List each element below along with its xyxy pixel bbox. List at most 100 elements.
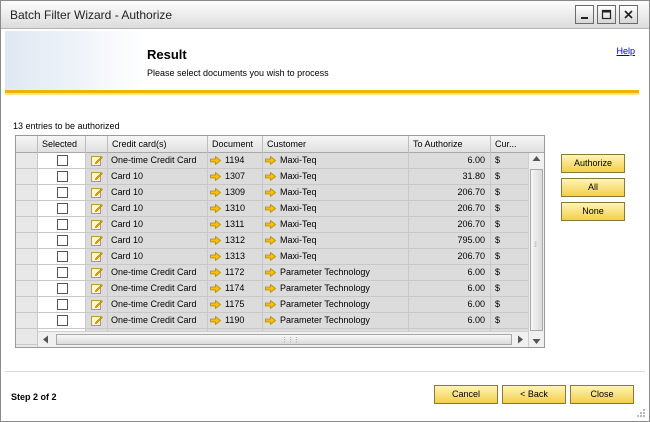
horizontal-scroll-thumb[interactable]: ⋮⋮⋮ bbox=[56, 334, 512, 345]
link-arrow-icon[interactable] bbox=[265, 284, 276, 294]
table-row[interactable]: One-time Credit Card 1190 Parameter Techno… bbox=[16, 313, 528, 329]
select-checkbox[interactable] bbox=[57, 283, 68, 294]
link-arrow-icon[interactable] bbox=[210, 252, 221, 262]
edit-cell[interactable] bbox=[86, 201, 108, 216]
column-customer[interactable]: Customer bbox=[263, 136, 409, 153]
link-arrow-icon[interactable] bbox=[265, 316, 276, 326]
edit-cell[interactable] bbox=[86, 249, 108, 264]
edit-icon[interactable] bbox=[91, 235, 103, 246]
selected-cell[interactable] bbox=[38, 217, 86, 232]
select-none-button[interactable]: None bbox=[561, 202, 625, 221]
scroll-left-icon[interactable] bbox=[42, 335, 49, 344]
selected-cell[interactable] bbox=[38, 169, 86, 184]
edit-icon[interactable] bbox=[91, 155, 103, 166]
select-checkbox[interactable] bbox=[57, 155, 68, 166]
select-checkbox[interactable] bbox=[57, 299, 68, 310]
vertical-scroll-thumb[interactable]: ⁞⁞ bbox=[530, 169, 543, 331]
selected-cell[interactable] bbox=[38, 233, 86, 248]
back-button[interactable]: < Back bbox=[502, 385, 566, 404]
table-row[interactable]: Card 10 1307 Maxi-Teq 31.80 $ bbox=[16, 169, 528, 185]
row-header[interactable] bbox=[16, 281, 38, 296]
table-row[interactable]: One-time Credit Card 1172 Parameter Techno… bbox=[16, 265, 528, 281]
edit-cell[interactable] bbox=[86, 313, 108, 328]
link-arrow-icon[interactable] bbox=[210, 188, 221, 198]
help-link[interactable]: Help bbox=[616, 46, 635, 56]
scroll-down-icon[interactable] bbox=[532, 338, 541, 345]
select-checkbox[interactable] bbox=[57, 219, 68, 230]
edit-icon[interactable] bbox=[91, 251, 103, 262]
select-checkbox[interactable] bbox=[57, 171, 68, 182]
edit-cell[interactable] bbox=[86, 233, 108, 248]
authorize-button[interactable]: Authorize bbox=[561, 154, 625, 173]
selected-cell[interactable] bbox=[38, 201, 86, 216]
edit-cell[interactable] bbox=[86, 297, 108, 312]
link-arrow-icon[interactable] bbox=[265, 188, 276, 198]
select-checkbox[interactable] bbox=[57, 251, 68, 262]
row-header[interactable] bbox=[16, 329, 38, 344]
link-arrow-icon[interactable] bbox=[265, 252, 276, 262]
select-all-button[interactable]: All bbox=[561, 178, 625, 197]
link-arrow-icon[interactable] bbox=[210, 220, 221, 230]
table-row[interactable]: Card 10 1309 Maxi-Teq 206.70 $ bbox=[16, 185, 528, 201]
close-window-button[interactable] bbox=[619, 5, 638, 24]
vertical-scrollbar[interactable]: ⁞⁞ bbox=[528, 153, 544, 347]
link-arrow-icon[interactable] bbox=[210, 284, 221, 294]
edit-cell[interactable] bbox=[86, 153, 108, 168]
table-row[interactable]: Card 10 1311 Maxi-Teq 206.70 $ bbox=[16, 217, 528, 233]
select-checkbox[interactable] bbox=[57, 187, 68, 198]
edit-icon[interactable] bbox=[91, 267, 103, 278]
table-row[interactable]: Card 10 1313 Maxi-Teq 206.70 $ bbox=[16, 249, 528, 265]
selected-cell[interactable] bbox=[38, 281, 86, 296]
edit-icon[interactable] bbox=[91, 171, 103, 182]
edit-icon[interactable] bbox=[91, 299, 103, 310]
edit-icon[interactable] bbox=[91, 283, 103, 294]
edit-icon[interactable] bbox=[91, 219, 103, 230]
table-row[interactable]: Card 10 1310 Maxi-Teq 206.70 $ bbox=[16, 201, 528, 217]
table-row[interactable]: Card 10 1312 Maxi-Teq 795.00 $ bbox=[16, 233, 528, 249]
close-button[interactable]: Close bbox=[570, 385, 634, 404]
edit-icon[interactable] bbox=[91, 315, 103, 326]
select-checkbox[interactable] bbox=[57, 267, 68, 278]
link-arrow-icon[interactable] bbox=[265, 172, 276, 182]
select-checkbox[interactable] bbox=[57, 315, 68, 326]
selected-cell[interactable] bbox=[38, 185, 86, 200]
scroll-up-icon[interactable] bbox=[532, 155, 541, 162]
row-header[interactable] bbox=[16, 297, 38, 312]
selected-cell[interactable] bbox=[38, 249, 86, 264]
cancel-button[interactable]: Cancel bbox=[434, 385, 498, 404]
column-selected[interactable]: Selected bbox=[38, 136, 86, 153]
row-header[interactable] bbox=[16, 185, 38, 200]
horizontal-scrollbar[interactable]: ⋮⋮⋮ bbox=[38, 331, 528, 347]
edit-icon[interactable] bbox=[91, 187, 103, 198]
link-arrow-icon[interactable] bbox=[265, 268, 276, 278]
select-checkbox[interactable] bbox=[57, 235, 68, 246]
link-arrow-icon[interactable] bbox=[265, 236, 276, 246]
table-row[interactable]: One-time Credit Card 1194 Maxi-Teq 6.00 $ bbox=[16, 153, 528, 169]
table-row[interactable]: One-time Credit Card 1175 Parameter Techno… bbox=[16, 297, 528, 313]
title-bar[interactable]: Batch Filter Wizard - Authorize bbox=[1, 1, 649, 29]
link-arrow-icon[interactable] bbox=[265, 220, 276, 230]
row-header[interactable] bbox=[16, 249, 38, 264]
link-arrow-icon[interactable] bbox=[210, 268, 221, 278]
row-header[interactable] bbox=[16, 201, 38, 216]
scroll-right-icon[interactable] bbox=[517, 335, 524, 344]
selected-cell[interactable] bbox=[38, 265, 86, 280]
resize-grip-icon[interactable] bbox=[636, 408, 646, 418]
link-arrow-icon[interactable] bbox=[210, 300, 221, 310]
edit-cell[interactable] bbox=[86, 169, 108, 184]
column-credit-cards[interactable]: Credit card(s) bbox=[108, 136, 208, 153]
link-arrow-icon[interactable] bbox=[210, 156, 221, 166]
edit-cell[interactable] bbox=[86, 281, 108, 296]
row-header[interactable] bbox=[16, 313, 38, 328]
selected-cell[interactable] bbox=[38, 313, 86, 328]
link-arrow-icon[interactable] bbox=[210, 204, 221, 214]
column-currency[interactable]: Cur... bbox=[491, 136, 528, 153]
link-arrow-icon[interactable] bbox=[265, 300, 276, 310]
minimize-button[interactable] bbox=[575, 5, 594, 24]
link-arrow-icon[interactable] bbox=[210, 316, 221, 326]
column-document[interactable]: Document bbox=[208, 136, 263, 153]
link-arrow-icon[interactable] bbox=[210, 172, 221, 182]
maximize-button[interactable] bbox=[597, 5, 616, 24]
row-header[interactable] bbox=[16, 169, 38, 184]
link-arrow-icon[interactable] bbox=[265, 156, 276, 166]
